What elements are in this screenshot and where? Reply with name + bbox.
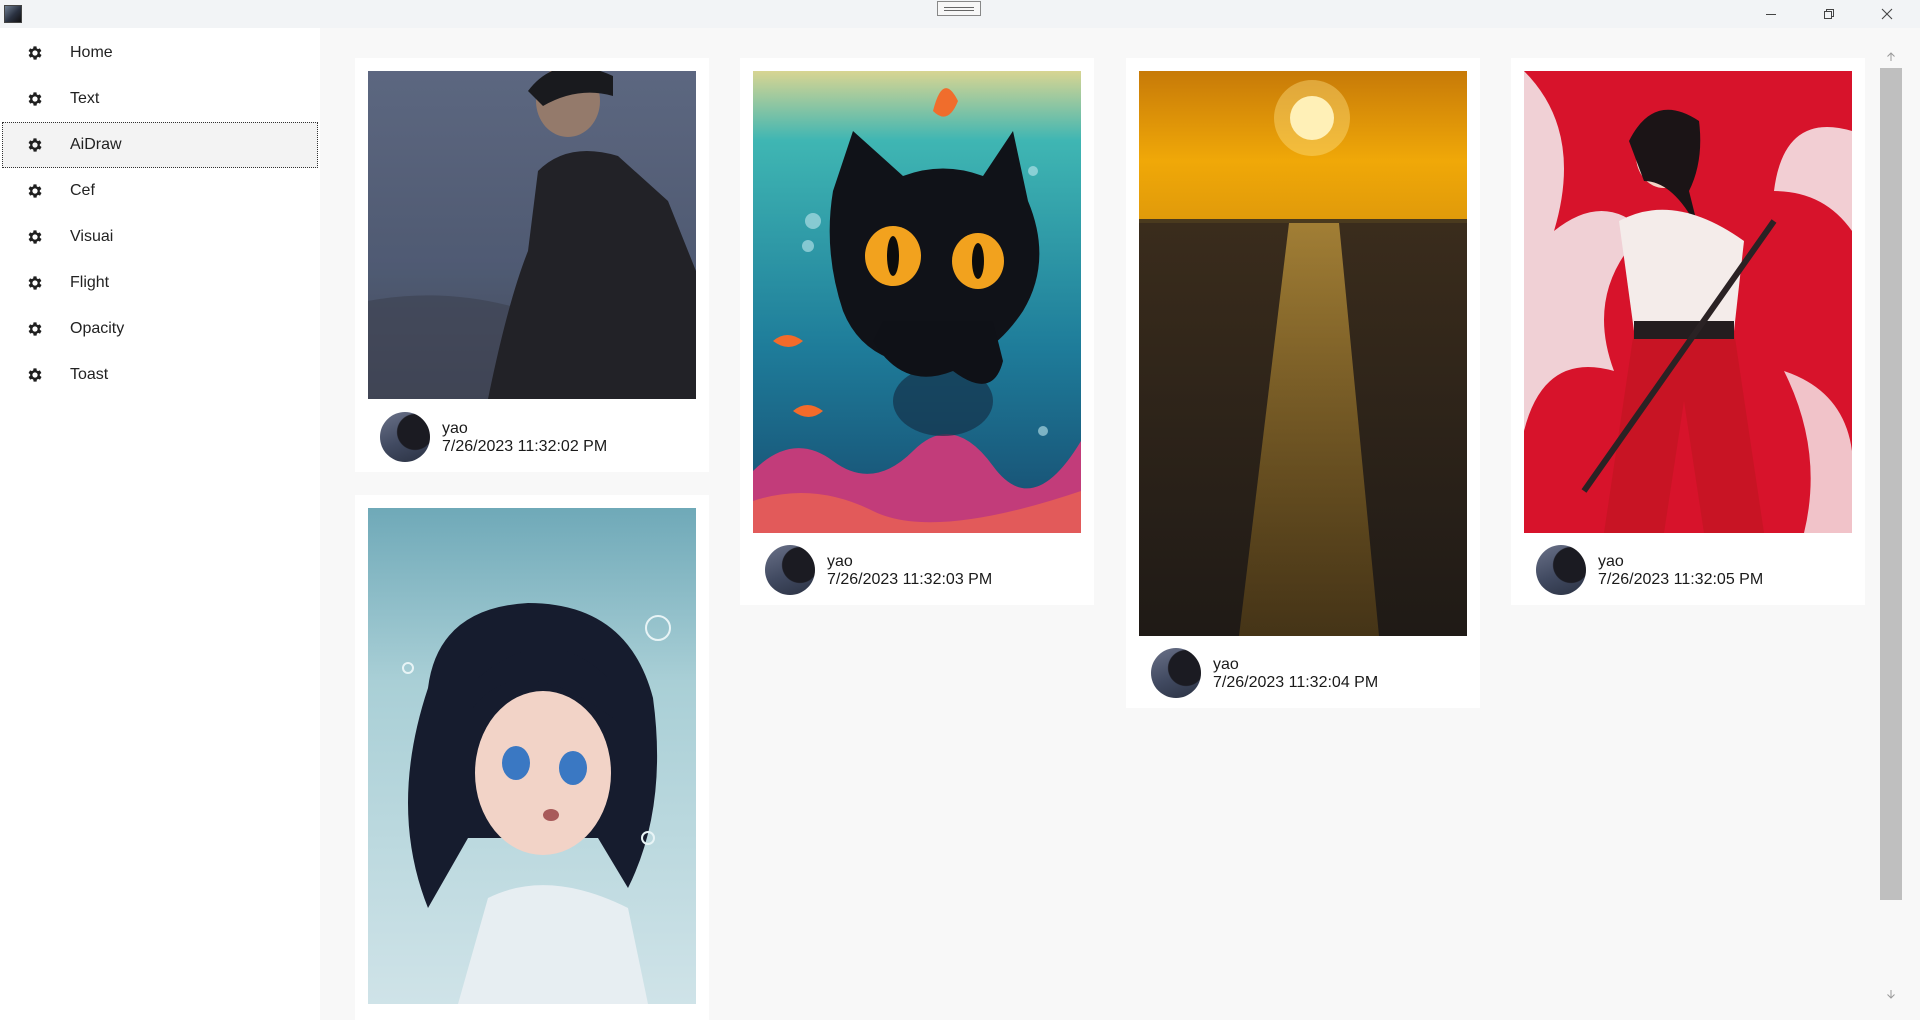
gallery-card[interactable]: yao 7/26/2023 11:32:05 PM: [1511, 58, 1865, 605]
close-button[interactable]: [1858, 0, 1916, 28]
minimize-icon: [1766, 14, 1776, 15]
gear-icon: [26, 182, 44, 200]
author-name: yao: [1213, 656, 1239, 673]
post-date: 7/26/2023 11:32:02 PM: [442, 438, 608, 455]
underwater-girl-illustration: [368, 508, 696, 1004]
vertical-scrollbar[interactable]: [1880, 48, 1902, 1003]
post-date: 7/26/2023 11:32:03 PM: [827, 571, 993, 588]
sidebar-item-label: Home: [70, 44, 113, 61]
restore-button[interactable]: [1800, 0, 1858, 28]
gear-icon: [26, 136, 44, 154]
close-icon: [1881, 8, 1893, 20]
sidebar-item-label: Text: [70, 90, 100, 107]
gear-icon: [26, 274, 44, 292]
gallery-card[interactable]: yao 7/26/2023 11:32:02 PM: [355, 58, 709, 472]
sidebar-item-label: Opacity: [70, 320, 125, 337]
post-date: 7/26/2023 11:32:05 PM: [1598, 571, 1764, 588]
sidebar-nav: Home Text AiDraw Cef Visuai Flight Opaci…: [0, 28, 320, 1020]
swordswoman-illustration: [1524, 71, 1852, 533]
card-image[interactable]: [368, 508, 696, 1004]
card-image[interactable]: [753, 71, 1081, 533]
gear-icon: [26, 228, 44, 246]
post-date: 7/26/2023 11:32:04 PM: [1213, 674, 1379, 691]
gallery-card[interactable]: yao 7/26/2023 11:32:03 PM: [740, 58, 1094, 605]
author-name: yao: [1598, 553, 1624, 570]
photo-image: [368, 71, 696, 399]
sidebar-item-aidraw[interactable]: AiDraw: [2, 122, 318, 168]
sidebar-item-flight[interactable]: Flight: [2, 260, 318, 306]
drag-handle-icon[interactable]: [937, 1, 981, 16]
sidebar-item-label: AiDraw: [70, 136, 122, 153]
arrow-up-icon: [1887, 52, 1895, 61]
sidebar-item-cef[interactable]: Cef: [2, 168, 318, 214]
author-name: yao: [827, 553, 853, 570]
scroll-down-button[interactable]: [1880, 985, 1902, 1003]
card-image[interactable]: [368, 71, 696, 399]
sidebar-item-label: Flight: [70, 274, 110, 291]
gear-icon: [26, 90, 44, 108]
avatar: [765, 545, 815, 595]
arrow-down-icon: [1887, 990, 1895, 999]
scroll-up-button[interactable]: [1880, 48, 1902, 66]
app-icon: [4, 5, 22, 23]
sidebar-item-label: Cef: [70, 182, 95, 199]
avatar: [1151, 648, 1201, 698]
sidebar-item-text[interactable]: Text: [2, 76, 318, 122]
sunset-photo: [1139, 71, 1467, 636]
gallery-area: yao 7/26/2023 11:32:02 PM yao 7/26/2023 …: [320, 28, 1920, 1020]
title-bar[interactable]: [0, 0, 1920, 28]
author-name: yao: [442, 420, 468, 437]
sidebar-item-toast[interactable]: Toast: [2, 352, 318, 398]
sidebar-item-label: Toast: [70, 366, 109, 383]
gallery-card[interactable]: [355, 495, 709, 1020]
gear-icon: [26, 366, 44, 384]
avatar: [380, 412, 430, 462]
cat-illustration: [753, 71, 1081, 533]
card-image[interactable]: [1139, 71, 1467, 636]
gallery-card[interactable]: yao 7/26/2023 11:32:04 PM: [1126, 58, 1480, 708]
card-image[interactable]: [1524, 71, 1852, 533]
restore-icon: [1824, 9, 1834, 19]
gear-icon: [26, 320, 44, 338]
sidebar-item-home[interactable]: Home: [2, 30, 318, 76]
sidebar-item-label: Visuai: [70, 228, 114, 245]
sidebar-item-visuai[interactable]: Visuai: [2, 214, 318, 260]
avatar: [1536, 545, 1586, 595]
sidebar-item-opacity[interactable]: Opacity: [2, 306, 318, 352]
minimize-button[interactable]: [1742, 0, 1800, 28]
gear-icon: [26, 44, 44, 62]
scroll-thumb[interactable]: [1880, 68, 1902, 900]
